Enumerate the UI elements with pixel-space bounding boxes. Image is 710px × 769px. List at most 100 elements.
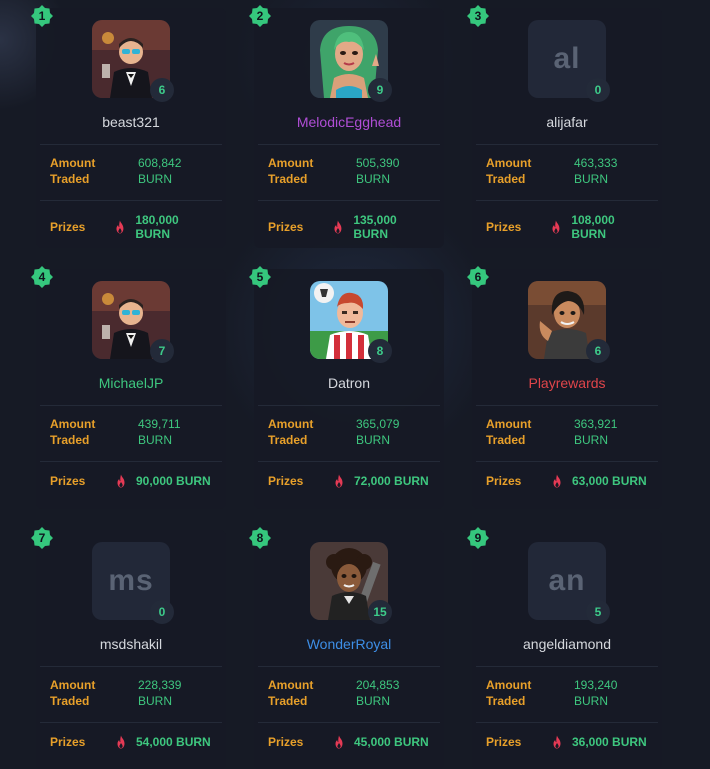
prize-row: Prizes 45,000 BURN bbox=[268, 735, 434, 749]
divider bbox=[258, 722, 440, 723]
username[interactable]: msdshakil bbox=[36, 636, 226, 652]
prize-row: Prizes 54,000 BURN bbox=[50, 735, 216, 749]
player-card[interactable]: 9 an 5 angeldiamond Amount Traded 193,24… bbox=[467, 527, 662, 769]
divider bbox=[258, 405, 440, 406]
rank-number: 7 bbox=[38, 531, 46, 545]
traded-label: Traded bbox=[50, 172, 90, 186]
prizes-label: Prizes bbox=[268, 735, 304, 749]
leaderboard-grid: 1 6 beast321 Amount Traded 608,842 BURN bbox=[0, 0, 710, 769]
amount-value: 204,853 bbox=[356, 678, 400, 692]
prize-row: Prizes 108,000 BURN bbox=[486, 213, 652, 241]
prize-row: Prizes 135,000 BURN bbox=[268, 213, 434, 241]
amount-value: 439,711 bbox=[138, 417, 181, 431]
flame-icon bbox=[553, 474, 561, 488]
username[interactable]: MelodicEgghead bbox=[254, 114, 444, 130]
amount-value: 608,842 bbox=[138, 156, 182, 170]
username[interactable]: alijafar bbox=[472, 114, 662, 130]
prizes-label: Prizes bbox=[50, 474, 86, 488]
prize-value: 45,000 BURN bbox=[354, 735, 429, 749]
prizes-label: Prizes bbox=[268, 220, 304, 234]
player-card[interactable]: 1 6 beast321 Amount Traded 608,842 BURN bbox=[31, 5, 226, 248]
player-card[interactable]: 4 7 MichaelJP Amount Traded 439,711 BURN bbox=[31, 266, 226, 509]
prizes-label: Prizes bbox=[50, 220, 86, 234]
prize-value: 135,000 BURN bbox=[353, 213, 397, 241]
rank-number: 5 bbox=[256, 270, 264, 284]
level-badge: 0 bbox=[586, 78, 610, 102]
player-card[interactable]: 8 15 WonderRoyal Amount Traded 204,853 B… bbox=[249, 527, 444, 769]
divider bbox=[476, 405, 658, 406]
prize-value: 108,000 BURN bbox=[571, 213, 615, 241]
username[interactable]: Datron bbox=[254, 375, 444, 391]
traded-label: Traded bbox=[268, 172, 308, 186]
level-badge: 15 bbox=[368, 600, 392, 624]
amount-label: Amount bbox=[50, 678, 96, 692]
prize-row: Prizes 72,000 BURN bbox=[268, 474, 434, 488]
amount-label: Amount bbox=[268, 156, 314, 170]
divider bbox=[258, 144, 440, 145]
rank-badge: 4 bbox=[30, 265, 54, 289]
prizes-label: Prizes bbox=[50, 735, 86, 749]
prizes-label: Prizes bbox=[486, 220, 522, 234]
flame-icon bbox=[117, 474, 125, 488]
amount-value: 228,339 bbox=[138, 678, 182, 692]
amount-value: 505,390 bbox=[356, 156, 400, 170]
flame-icon bbox=[116, 220, 124, 234]
level-badge: 7 bbox=[150, 339, 174, 363]
player-card[interactable]: 2 9 MelodicEgghead Amount Traded 505,390… bbox=[249, 5, 444, 248]
traded-label: Traded bbox=[486, 172, 526, 186]
amount-label: Amount bbox=[486, 417, 532, 431]
divider bbox=[40, 405, 222, 406]
divider bbox=[40, 144, 222, 145]
amount-unit: BURN bbox=[138, 172, 173, 186]
divider bbox=[40, 666, 222, 667]
rank-number: 8 bbox=[256, 531, 264, 545]
player-card[interactable]: 3 al 0 alijafar Amount Traded 463,333 BU… bbox=[467, 5, 662, 248]
player-card[interactable]: 5 8 Datron Amount Traded 365,079 BURN Pr… bbox=[249, 266, 444, 509]
divider bbox=[476, 200, 658, 201]
amount-unit: BURN bbox=[356, 433, 391, 447]
username[interactable]: MichaelJP bbox=[36, 375, 226, 391]
divider bbox=[40, 461, 222, 462]
username[interactable]: angeldiamond bbox=[472, 636, 662, 652]
divider bbox=[476, 144, 658, 145]
prize-value: 180,000 BURN bbox=[135, 213, 179, 241]
rank-number: 3 bbox=[474, 9, 482, 23]
traded-label: Traded bbox=[268, 433, 308, 447]
divider bbox=[258, 666, 440, 667]
prize-value: 63,000 BURN bbox=[572, 474, 647, 488]
username[interactable]: WonderRoyal bbox=[254, 636, 444, 652]
prize-row: Prizes 63,000 BURN bbox=[486, 474, 652, 488]
traded-label: Traded bbox=[486, 433, 526, 447]
player-card[interactable]: 6 6 Playrewards Amount Traded 363,921 BU… bbox=[467, 266, 662, 509]
rank-number: 4 bbox=[38, 270, 46, 284]
username[interactable]: Playrewards bbox=[472, 375, 662, 391]
divider bbox=[40, 200, 222, 201]
rank-badge: 6 bbox=[466, 265, 490, 289]
amount-value: 463,333 bbox=[574, 156, 618, 170]
username[interactable]: beast321 bbox=[36, 114, 226, 130]
rank-badge: 8 bbox=[248, 526, 272, 550]
player-card[interactable]: 7 ms 0 msdshakil Amount Traded 228,339 B… bbox=[31, 527, 226, 769]
traded-label: Traded bbox=[50, 433, 90, 447]
amount-unit: BURN bbox=[574, 433, 609, 447]
divider bbox=[258, 200, 440, 201]
amount-value: 365,079 bbox=[356, 417, 400, 431]
traded-label: Traded bbox=[486, 694, 526, 708]
prize-value: 54,000 BURN bbox=[136, 735, 211, 749]
prize-row: Prizes 180,000 BURN bbox=[50, 213, 216, 241]
rank-number: 9 bbox=[474, 531, 482, 545]
flame-icon bbox=[552, 220, 560, 234]
level-badge: 6 bbox=[150, 78, 174, 102]
traded-label: Traded bbox=[50, 694, 90, 708]
divider bbox=[258, 461, 440, 462]
level-badge: 5 bbox=[586, 600, 610, 624]
amount-label: Amount bbox=[486, 156, 532, 170]
amount-label: Amount bbox=[50, 417, 96, 431]
rank-badge: 3 bbox=[466, 4, 490, 28]
flame-icon bbox=[334, 220, 342, 234]
prize-row: Prizes 36,000 BURN bbox=[486, 735, 652, 749]
amount-label: Amount bbox=[268, 417, 314, 431]
rank-number: 6 bbox=[474, 270, 482, 284]
level-badge: 0 bbox=[150, 600, 174, 624]
divider bbox=[476, 666, 658, 667]
